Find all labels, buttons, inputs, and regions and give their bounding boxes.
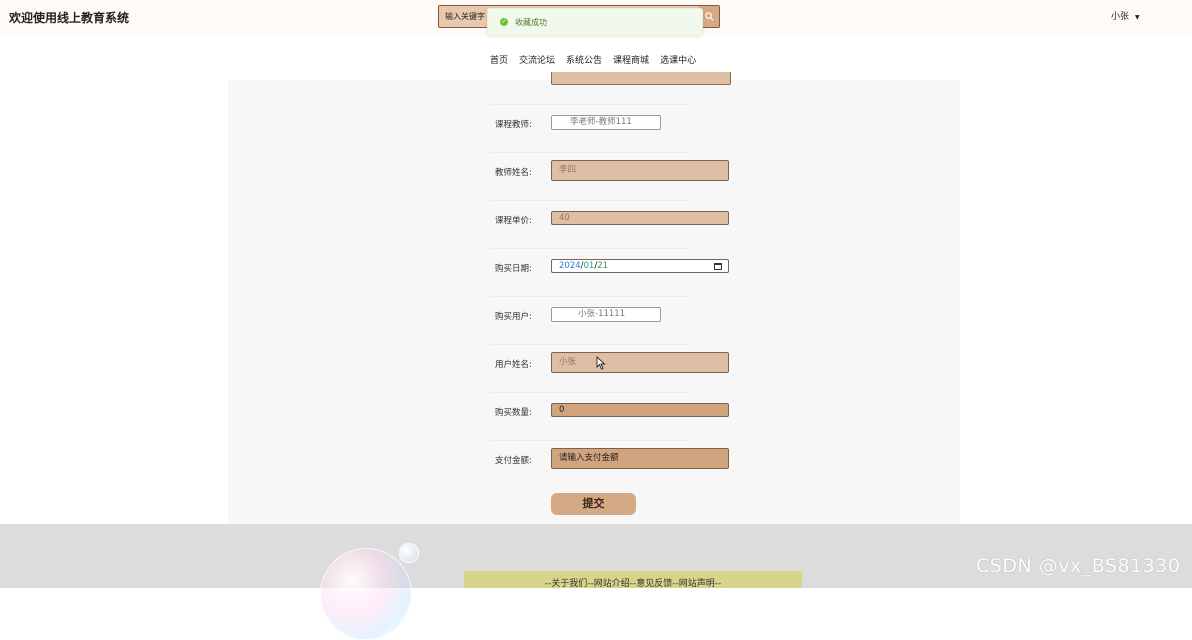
user-name-label: 用户姓名: xyxy=(495,360,532,370)
quantity-field[interactable]: 0 xyxy=(551,403,729,417)
buyer-select[interactable]: 小张-11111 xyxy=(551,307,661,322)
divider xyxy=(490,200,690,201)
footer-links[interactable]: --关于我们--网站介绍--意见反馈--网站声明-- xyxy=(464,571,802,588)
amount-label: 支付金额: xyxy=(495,456,532,466)
nav-item-home[interactable]: 首页 xyxy=(490,53,508,66)
divider xyxy=(490,344,690,345)
nav-item-course-shop[interactable]: 课程商城 xyxy=(613,53,649,66)
user-name-field[interactable]: 小张 xyxy=(551,352,729,373)
submit-button[interactable]: 提交 xyxy=(551,493,636,515)
price-label: 课程单价: xyxy=(495,216,532,226)
toast-message: 收藏成功 xyxy=(515,18,547,27)
teacher-label: 课程教师: xyxy=(495,120,532,130)
previous-field-edge xyxy=(551,72,731,85)
date-day: 21 xyxy=(597,261,609,271)
purchase-date-input[interactable]: 2024/01/21 xyxy=(551,259,729,273)
small-bubble-decoration xyxy=(399,543,419,563)
site-title: 欢迎使用线上教育系统 xyxy=(9,11,130,25)
teacher-name-field[interactable]: 李四 xyxy=(551,160,729,181)
watermark: CSDN @vx_BS81330 xyxy=(976,555,1181,577)
divider xyxy=(490,104,690,105)
nav-item-forum[interactable]: 交流论坛 xyxy=(519,53,555,66)
teacher-select[interactable]: 李老师-教师111 xyxy=(551,115,661,130)
date-year: 2024 xyxy=(559,261,581,271)
bubble-decoration xyxy=(320,548,412,640)
divider xyxy=(490,440,690,441)
calendar-icon[interactable] xyxy=(714,263,722,270)
quantity-label: 购买数量: xyxy=(495,408,532,418)
user-name: 小张 xyxy=(1111,12,1130,22)
date-month: 01 xyxy=(583,261,595,271)
search-icon xyxy=(704,12,713,21)
teacher-name-label: 教师姓名: xyxy=(495,168,532,178)
success-toast: ✓ 收藏成功 xyxy=(487,8,703,36)
divider xyxy=(490,152,690,153)
nav-item-course-selection[interactable]: 选课中心 xyxy=(660,53,696,66)
divider xyxy=(490,296,690,297)
buyer-label: 购买用户: xyxy=(495,312,532,322)
price-field[interactable]: 40 xyxy=(551,211,729,225)
mouse-cursor-icon xyxy=(596,356,606,370)
user-menu[interactable]: 小张 ▼ xyxy=(1111,9,1140,22)
amount-input[interactable]: 请输入支付金额 xyxy=(551,448,729,469)
chevron-down-icon: ▼ xyxy=(1135,14,1140,21)
nav-item-announcements[interactable]: 系统公告 xyxy=(566,53,602,66)
search-input[interactable]: 输入关键字 xyxy=(445,11,485,22)
main-nav: 首页 交流论坛 系统公告 课程商城 选课中心 xyxy=(490,53,696,66)
date-label: 购买日期: xyxy=(495,264,532,274)
divider xyxy=(490,248,690,249)
check-circle-icon: ✓ xyxy=(500,18,508,26)
divider xyxy=(490,392,690,393)
